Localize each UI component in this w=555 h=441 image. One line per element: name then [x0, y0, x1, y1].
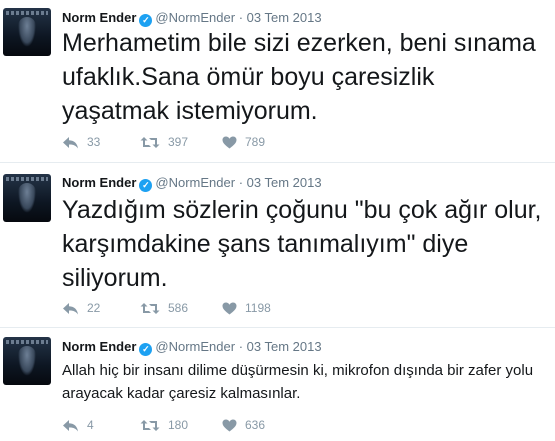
- author-name[interactable]: Norm Ender: [62, 175, 136, 190]
- retweet-icon: [140, 302, 160, 314]
- separator: ·: [238, 175, 244, 190]
- tweet[interactable]: Norm Ender ✓ @NormEnder · 03 Tem 2013 Merh…: [0, 0, 555, 163]
- reply-count: 4: [87, 418, 94, 432]
- author-name[interactable]: Norm Ender: [62, 339, 136, 354]
- like-count: 1198: [245, 301, 271, 315]
- heart-icon: [222, 136, 237, 148]
- like-button[interactable]: 1198: [222, 301, 271, 315]
- retweet-button[interactable]: 397: [140, 135, 188, 149]
- retweet-icon: [140, 419, 160, 431]
- reply-count: 33: [87, 135, 101, 149]
- retweet-icon: [140, 136, 160, 148]
- reply-icon: [63, 302, 78, 314]
- retweet-count: 586: [168, 301, 189, 315]
- like-count: 789: [245, 135, 266, 149]
- like-button[interactable]: 789: [222, 135, 265, 149]
- reply-button[interactable]: 4: [62, 418, 94, 432]
- verified-badge-icon: ✓: [139, 179, 153, 192]
- tweet-header: Norm Ender ✓ @NormEnder · 03 Tem 2013: [62, 10, 322, 27]
- retweet-count: 180: [168, 418, 189, 432]
- retweet-button[interactable]: 586: [140, 301, 188, 315]
- reply-count: 22: [87, 301, 101, 315]
- retweet-count: 397: [168, 135, 189, 149]
- tweet-text: Yazdığım sözlerin çoğunu "bu çok ağır ol…: [62, 196, 542, 292]
- tweet[interactable]: Norm Ender ✓ @NormEnder · 03 Tem 2013 Yazd…: [0, 163, 555, 328]
- author-handle[interactable]: @NormEnder: [155, 339, 235, 354]
- separator: ·: [238, 10, 244, 25]
- retweet-button[interactable]: 180: [140, 418, 188, 432]
- tweet-date[interactable]: 03 Tem 2013: [247, 339, 322, 354]
- reply-icon: [63, 419, 78, 431]
- reply-icon: [63, 136, 78, 148]
- tweet-date[interactable]: 03 Tem 2013: [247, 175, 322, 190]
- reply-button[interactable]: 22: [62, 301, 100, 315]
- author-handle[interactable]: @NormEnder: [155, 10, 235, 25]
- tweet-date[interactable]: 03 Tem 2013: [247, 10, 322, 25]
- avatar[interactable]: [3, 337, 51, 385]
- like-button[interactable]: 636: [222, 418, 265, 432]
- reply-button[interactable]: 33: [62, 135, 100, 149]
- heart-icon: [222, 419, 237, 431]
- tweet-text: Allah hiç bir insanı dilime düşürmesin k…: [62, 362, 534, 402]
- author-handle[interactable]: @NormEnder: [155, 175, 235, 190]
- tweet-header: Norm Ender ✓ @NormEnder · 03 Tem 2013: [62, 339, 322, 356]
- tweet[interactable]: Norm Ender ✓ @NormEnder · 03 Tem 2013 Alla…: [0, 328, 555, 441]
- author-name[interactable]: Norm Ender: [62, 10, 136, 25]
- tweet-text: Merhametim bile sizi ezerken, beni sınam…: [62, 29, 536, 125]
- avatar[interactable]: [3, 174, 51, 222]
- tweet-header: Norm Ender ✓ @NormEnder · 03 Tem 2013: [62, 175, 322, 192]
- heart-icon: [222, 302, 237, 314]
- verified-badge-icon: ✓: [139, 343, 153, 356]
- separator: ·: [238, 339, 244, 354]
- like-count: 636: [245, 418, 266, 432]
- avatar[interactable]: [3, 8, 51, 56]
